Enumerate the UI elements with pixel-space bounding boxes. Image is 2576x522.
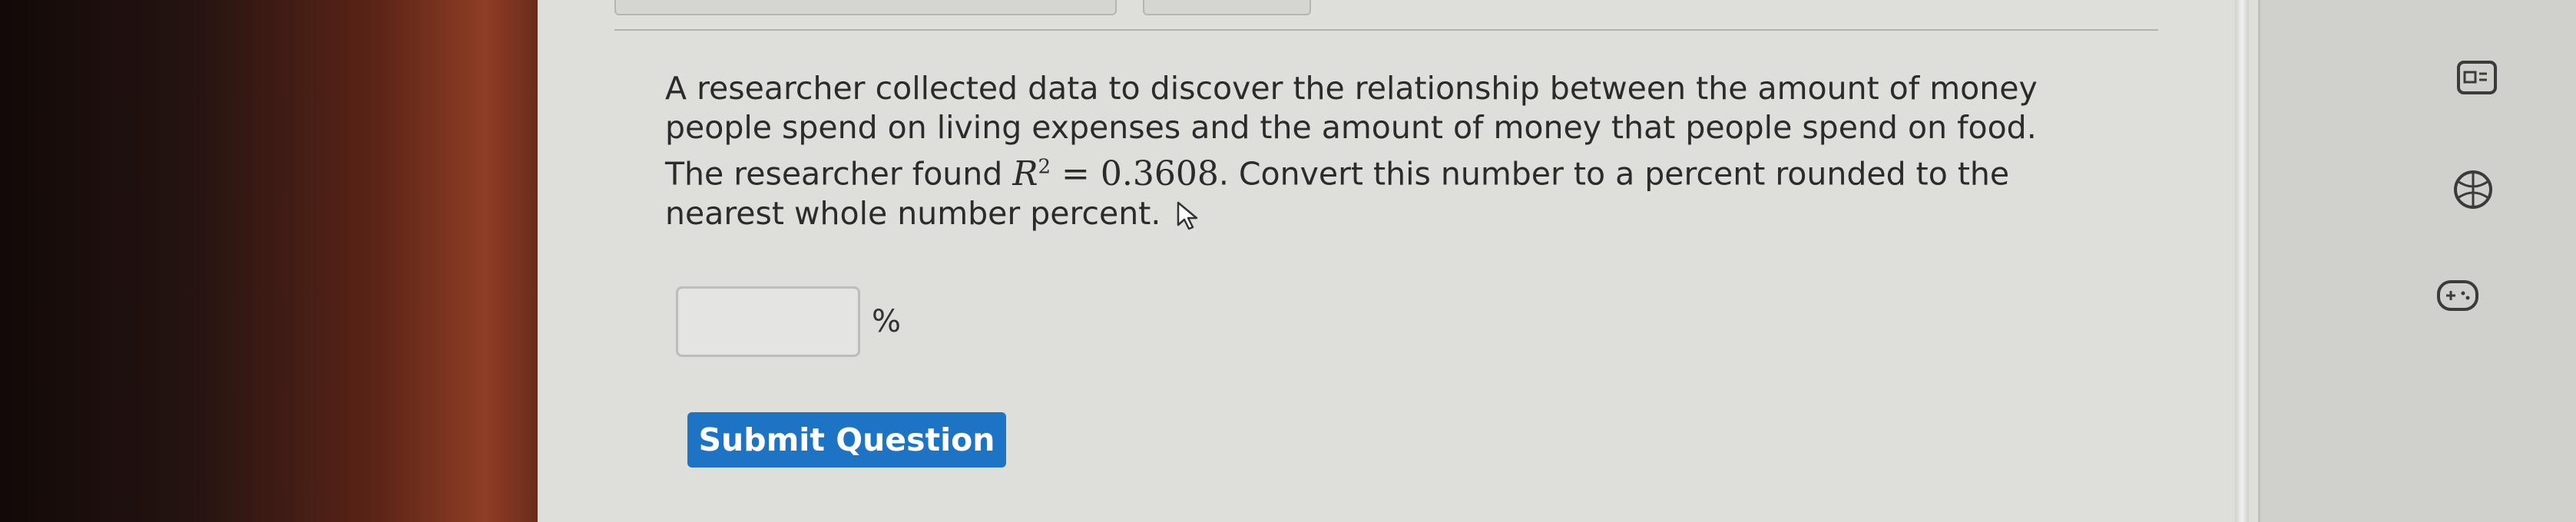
question-line-3-end: . Convert this number to a percent round… (1218, 155, 2010, 193)
question-line-3: The researcher found R2 = 0.3608. Conver… (665, 147, 2124, 194)
submit-question-button[interactable]: Submit Question (687, 412, 1006, 467)
monitor-bezel (0, 0, 538, 522)
r-symbol: R (1012, 154, 1038, 193)
question-line-4-text: nearest whole number percent. (665, 194, 1161, 232)
top-tab-right[interactable] (1143, 0, 1311, 15)
right-sidebar (2258, 0, 2576, 522)
r-squared-value: = 0.3608 (1051, 154, 1219, 193)
gamepad-icon[interactable] (2436, 278, 2479, 313)
r-exponent: 2 (1038, 155, 1051, 178)
basketball-icon[interactable] (2450, 167, 2496, 212)
mouse-pointer-icon (1177, 201, 1198, 230)
question-line-3-start: The researcher found (665, 155, 1013, 193)
answer-input[interactable] (676, 286, 860, 357)
percent-unit-label: % (872, 304, 902, 339)
calculator-icon[interactable] (2456, 60, 2498, 95)
top-tab-left[interactable] (614, 0, 1117, 15)
top-divider (614, 29, 2158, 31)
question-text: A researcher collected data to discover … (665, 69, 2124, 233)
question-line-1: A researcher collected data to discover … (665, 70, 2038, 107)
question-line-2: people spend on living expenses and the … (665, 109, 2037, 146)
question-line-4: nearest whole number percent. (665, 194, 2124, 233)
r-squared-expression: R2 = 0.3608 (1012, 154, 1218, 193)
panel-separator (2235, 0, 2249, 522)
